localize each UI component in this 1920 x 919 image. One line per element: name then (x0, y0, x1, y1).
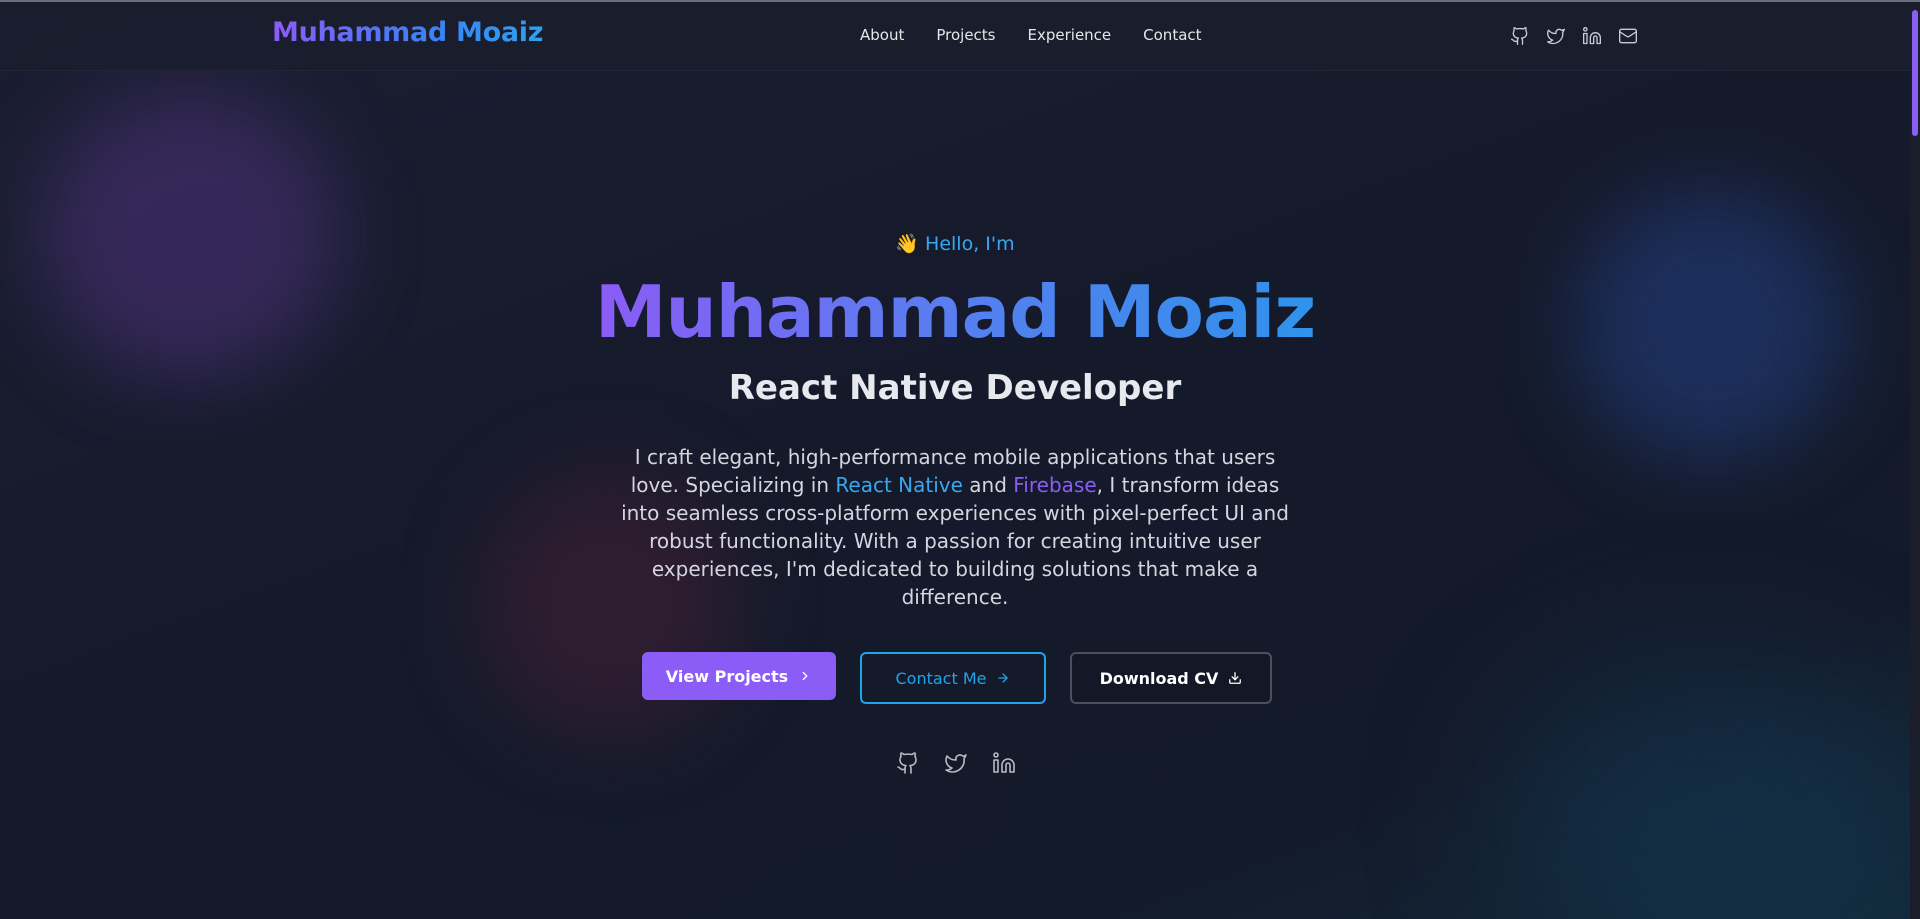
bio-text-2: and (962, 473, 1014, 497)
hero-name: Muhammad Moaiz (0, 270, 1910, 354)
contact-me-label: Contact Me (895, 668, 987, 688)
bio-highlight-react-native: React Native (835, 473, 963, 497)
hero-role: React Native Developer (0, 368, 1910, 408)
download-cv-label: Download CV (1099, 668, 1219, 688)
hero-bio: I craft elegant, high-performance mobile… (615, 443, 1295, 611)
hero-greeting: 👋 Hello, I'm (0, 232, 1910, 255)
greeting-text: Hello, I'm (925, 233, 1015, 255)
waving-hand-icon: 👋 (895, 233, 920, 255)
hero-section: 👋 Hello, I'm Muhammad Moaiz React Native … (0, 0, 1920, 919)
bio-highlight-firebase: Firebase (1013, 473, 1097, 497)
arrow-right-icon (998, 673, 1009, 683)
linkedin-icon[interactable] (992, 751, 1016, 775)
hero-social-links (896, 751, 1016, 775)
view-projects-button[interactable]: View Projects (642, 652, 836, 700)
download-cv-button[interactable]: Download CV (1070, 652, 1272, 704)
contact-me-button[interactable]: Contact Me (860, 652, 1046, 704)
github-icon[interactable] (896, 751, 920, 775)
twitter-icon[interactable] (944, 751, 968, 775)
download-icon (1229, 672, 1242, 684)
page: Muhammad Moaiz About Projects Experience… (0, 0, 1920, 919)
scrollbar-track[interactable] (1910, 2, 1920, 919)
hero-role-text: React Native Developer (728, 368, 1182, 408)
scrollbar-thumb[interactable] (1912, 10, 1918, 136)
view-projects-label: View Projects (665, 666, 789, 686)
hero-name-text: Muhammad Moaiz (594, 270, 1316, 354)
chevron-right-icon (802, 671, 808, 681)
